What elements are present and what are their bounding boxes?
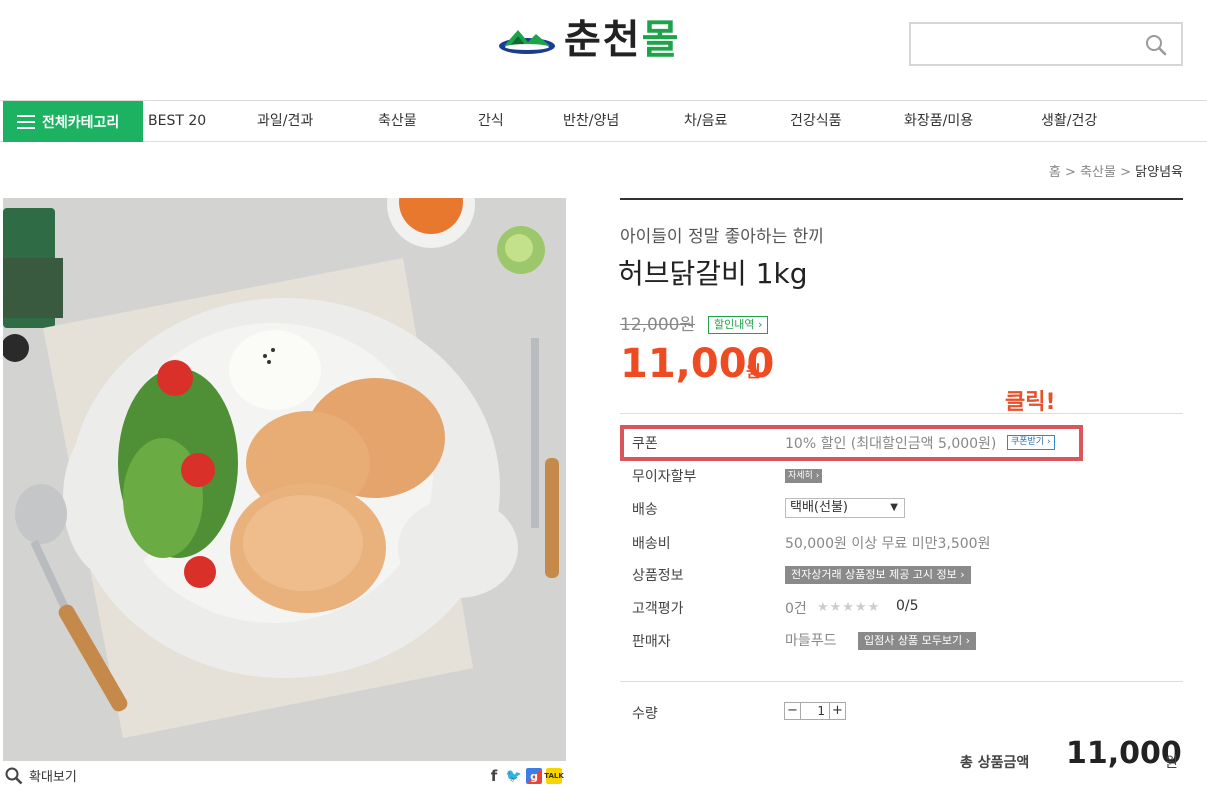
zoom-link[interactable]: 확대보기: [5, 766, 77, 785]
logo-text: 춘천몰: [564, 17, 681, 63]
mountain-logo-icon: [499, 30, 555, 54]
magnifier-icon: [5, 767, 23, 784]
zoom-label: 확대보기: [29, 770, 77, 785]
nav-item-livestock[interactable]: 축산물: [378, 101, 417, 142]
shipping-label: 배송: [632, 502, 658, 518]
breadcrumb-home[interactable]: 홈: [1049, 165, 1061, 180]
installment-details-button[interactable]: 자세히 ›: [785, 469, 823, 483]
sale-price-unit: 원: [746, 362, 761, 381]
review-label: 고객평가: [632, 601, 684, 617]
hamburger-icon: [17, 114, 35, 129]
product-image[interactable]: [3, 198, 566, 761]
main-nav: 전체카테고리 BEST 20 과일/견과 축산물 간식 반찬/양념 차/음료 건…: [0, 100, 1207, 142]
seller-all-products-button[interactable]: 입점사 상품 모두보기 ›: [858, 632, 976, 650]
nav-item-living-health[interactable]: 생활/건강: [1041, 101, 1097, 142]
search-icon[interactable]: [1145, 34, 1167, 56]
product-info-notice-button[interactable]: 전자상거래 상품정보 제공 고시 정보 ›: [785, 566, 971, 584]
rating-stars-icon: ★★★★★: [817, 600, 881, 615]
kakaotalk-icon[interactable]: TALK: [544, 768, 564, 784]
all-categories-button[interactable]: 전체카테고리: [3, 101, 143, 142]
original-price: 12,000원: [620, 315, 696, 335]
total-price-unit: 원: [1165, 755, 1178, 771]
seller-label: 판매자: [632, 634, 671, 650]
seller-value: 마들푸드: [785, 633, 837, 649]
search-input[interactable]: [921, 24, 1141, 64]
coupon-label: 쿠폰: [632, 436, 658, 452]
coupon-value: 10% 할인 (최대할인금액 5,000원): [785, 436, 997, 452]
nav-item-health-food[interactable]: 건강식품: [790, 101, 842, 142]
divider: [620, 198, 1183, 200]
total-label: 총 상품금액: [960, 755, 1030, 771]
nav-item-best20[interactable]: BEST 20: [148, 101, 206, 142]
discount-details-button[interactable]: 할인내역 ›: [708, 316, 769, 334]
nav-item-tea-drinks[interactable]: 차/음료: [684, 101, 727, 142]
quantity-decrease-button[interactable]: −: [784, 702, 801, 720]
food-photo-illustration: [3, 198, 566, 761]
divider: [620, 681, 1183, 682]
breadcrumb: 홈 > 축산물 > 닭양념육: [1048, 165, 1183, 180]
shipping-fee-value: 50,000원 이상 무료 미만3,500원: [785, 536, 991, 552]
product-subtitle: 아이들이 정말 좋아하는 한끼: [620, 227, 824, 247]
all-categories-label: 전체카테고리: [42, 114, 120, 131]
breadcrumb-category[interactable]: 축산물: [1080, 165, 1116, 180]
twitter-icon[interactable]: 🐦: [506, 768, 522, 784]
nav-item-snacks[interactable]: 간식: [478, 101, 504, 142]
site-logo[interactable]: 춘천몰: [498, 12, 680, 68]
click-annotation: 클릭!: [1005, 390, 1056, 415]
product-info-label: 상품정보: [632, 568, 684, 584]
divider: [620, 413, 1183, 414]
rating-score: 0/5: [896, 598, 919, 614]
share-icons: f 🐦 g TALK: [486, 767, 564, 785]
quantity-input[interactable]: 1: [801, 702, 829, 720]
quantity-label: 수량: [632, 706, 658, 722]
nav-item-side-dishes[interactable]: 반찬/양념: [563, 101, 619, 142]
dropdown-arrow-icon: ▼: [890, 502, 898, 513]
facebook-icon[interactable]: f: [486, 767, 502, 785]
shipping-fee-label: 배송비: [632, 536, 671, 552]
product-title: 허브닭갈비 1kg: [618, 257, 808, 290]
quantity-stepper: − 1 +: [784, 702, 846, 720]
get-coupon-button[interactable]: 쿠폰받기 ›: [1007, 435, 1055, 450]
quantity-increase-button[interactable]: +: [829, 702, 846, 720]
google-icon[interactable]: g: [526, 768, 542, 784]
installment-label: 무이자할부: [632, 469, 697, 485]
nav-item-cosmetics[interactable]: 화장품/미용: [904, 101, 973, 142]
search-box: [909, 22, 1183, 66]
breadcrumb-current[interactable]: 닭양념육: [1135, 165, 1183, 180]
nav-item-fruit-nuts[interactable]: 과일/견과: [257, 101, 313, 142]
shipping-select[interactable]: 택배(선불) ▼: [785, 498, 905, 518]
review-count: 0건: [785, 601, 807, 617]
